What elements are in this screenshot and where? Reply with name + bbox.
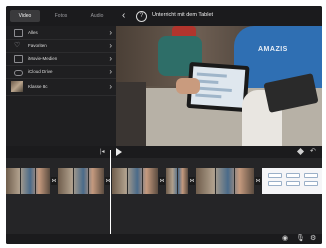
top-bar: Video Fotos Audio ‹ ? Unterricht mit dem… (6, 6, 322, 26)
project-title: Unterricht mit dem Tablet (152, 12, 214, 18)
screen-recording-clip[interactable] (262, 168, 322, 194)
video-clip[interactable] (6, 168, 50, 194)
library-item-favoriten[interactable]: ♡ Favoriten › (6, 39, 116, 53)
transition-icon[interactable]: ⋈ (51, 177, 57, 185)
segment-audio[interactable]: Audio (82, 10, 112, 22)
chevron-right-icon: › (109, 81, 112, 91)
library-item-label: Alles (28, 30, 38, 35)
library-item-icloud-drive[interactable]: iCloud Drive › (6, 65, 116, 79)
album-thumbnail (11, 81, 23, 92)
video-track: ⋈ ⋈ ⋈ ⋈ ⋈ (6, 168, 322, 194)
skip-back-icon[interactable]: |◂ (100, 148, 105, 156)
chevron-right-icon: › (109, 53, 112, 63)
video-clip[interactable] (166, 168, 188, 194)
chevron-right-icon: › (109, 66, 112, 76)
undo-icon[interactable]: ↶ (310, 147, 316, 156)
hand (176, 78, 200, 94)
camera-icon[interactable]: ◉ (282, 235, 288, 243)
library-item-label: iMovie-Medien (28, 56, 58, 61)
chevron-right-icon: › (109, 40, 112, 50)
settings-icon[interactable]: ⚙ (310, 235, 316, 243)
chevron-right-icon: › (109, 27, 112, 37)
segment-video[interactable]: Video (10, 10, 40, 22)
playhead[interactable] (110, 150, 111, 242)
timeline[interactable]: ⋈ ⋈ ⋈ ⋈ ⋈ (6, 158, 322, 244)
playback-toolbar: |◂ ↶ (6, 146, 322, 158)
transition-icon[interactable]: ⋈ (255, 177, 261, 185)
segment-fotos[interactable]: Fotos (46, 10, 76, 22)
help-icon[interactable]: ? (136, 11, 147, 22)
library-item-label: iCloud Drive (28, 69, 53, 74)
transition-icon[interactable]: ⋈ (189, 177, 195, 185)
back-chevron-icon[interactable]: ‹ (122, 11, 132, 21)
bottom-toolbar: ◉ 🎙 ⚙ (6, 234, 322, 244)
library-item-label: Favoriten (28, 43, 47, 48)
film-icon (14, 55, 23, 63)
microphone-icon[interactable]: 🎙 (296, 235, 305, 243)
keyframe-icon[interactable] (296, 147, 305, 156)
library-item-imovie-medien[interactable]: iMovie-Medien › (6, 52, 116, 66)
video-clip[interactable] (58, 168, 104, 194)
imovie-screen: Video Fotos Audio ‹ ? Unterricht mit dem… (6, 6, 322, 244)
video-preview[interactable]: AMAZIS (116, 26, 322, 146)
transition-icon[interactable]: ⋈ (159, 177, 165, 185)
heart-icon: ♡ (14, 42, 21, 49)
video-clip[interactable] (112, 168, 158, 194)
cloud-icon (14, 70, 23, 76)
film-icon (14, 29, 23, 37)
shirt-print: AMAZIS (258, 46, 288, 53)
play-icon[interactable] (116, 148, 122, 156)
library-item-album[interactable]: Klasse 8c › (6, 78, 116, 96)
media-library-list: Alles › ♡ Favoriten › iMovie-Medien › iC… (6, 26, 116, 146)
library-item-label: Klasse 8c (28, 84, 48, 89)
student-left (116, 82, 146, 146)
library-item-alles[interactable]: Alles › (6, 26, 116, 40)
video-clip[interactable] (196, 168, 254, 194)
